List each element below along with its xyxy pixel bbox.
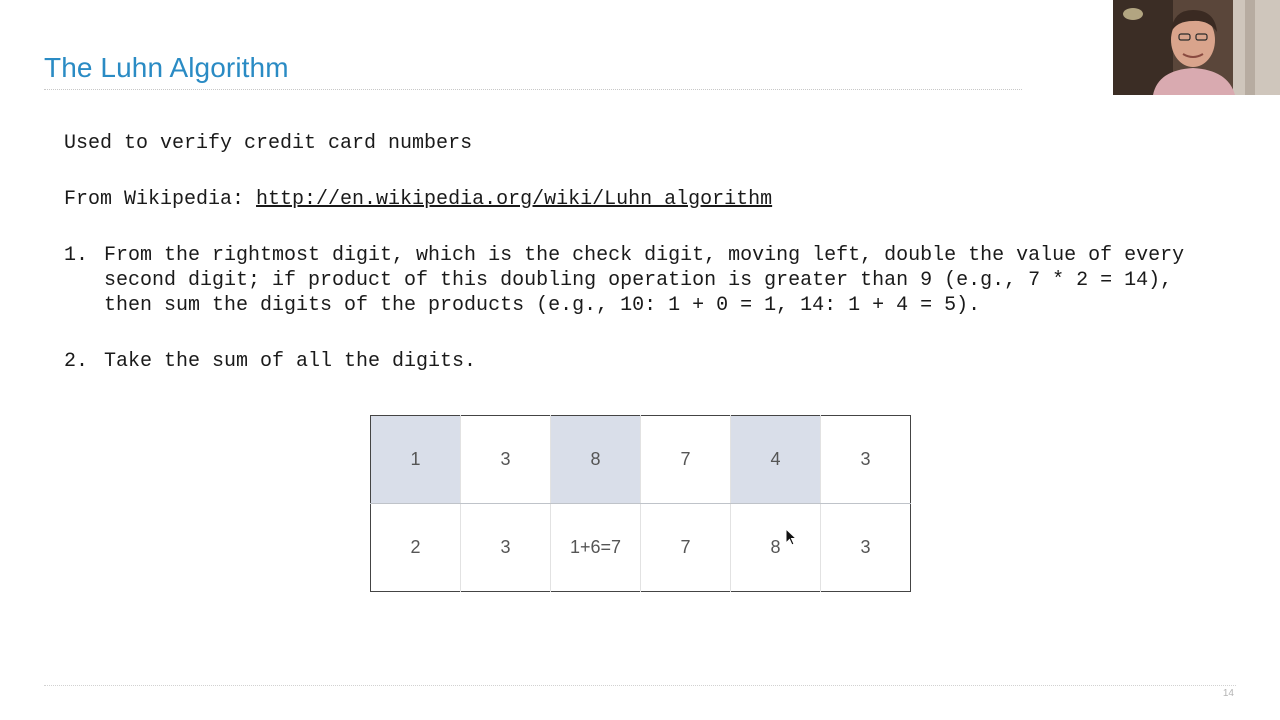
table-row-original-digits: 1 3 8 7 4 3 xyxy=(370,415,911,504)
table-row-processed-digits: 2 3 1+6=7 7 8 3 xyxy=(371,503,911,592)
wikipedia-reference: From Wikipedia: http://en.wikipedia.org/… xyxy=(64,187,772,212)
table-cell: 8 xyxy=(730,503,821,592)
step-1-number: 1. xyxy=(64,244,89,267)
step-1-text: From the rightmost digit, which is the c… xyxy=(104,244,1185,317)
footer-divider xyxy=(44,685,1236,686)
table-cell: 1 xyxy=(370,415,461,504)
table-cell: 1+6=7 xyxy=(550,503,641,592)
presenter-webcam-video xyxy=(1113,0,1280,95)
page-number: 14 xyxy=(1222,688,1234,699)
wikipedia-link[interactable]: http://en.wikipedia.org/wiki/Luhn_algori… xyxy=(256,188,772,211)
table-cell: 8 xyxy=(550,415,641,504)
intro-text: Used to verify credit card numbers xyxy=(64,132,473,155)
slide: The Luhn Algorithm Used to verify credit… xyxy=(0,0,1280,720)
table-cell: 3 xyxy=(460,415,551,504)
table-cell: 3 xyxy=(820,503,911,592)
table-cell: 3 xyxy=(460,503,551,592)
wikipedia-label: From Wikipedia: xyxy=(64,188,257,211)
slide-title: The Luhn Algorithm xyxy=(44,52,289,83)
table-cell: 7 xyxy=(640,415,731,504)
luhn-example-table: 1 3 8 7 4 3 2 3 1+6=7 7 8 3 xyxy=(370,415,911,592)
step-2-text: Take the sum of all the digits. xyxy=(104,350,477,373)
step-2-number: 2. xyxy=(64,350,89,373)
title-divider xyxy=(44,89,1022,90)
step-2: 2. Take the sum of all the digits. xyxy=(64,349,1224,374)
table-cell: 2 xyxy=(410,537,421,557)
table-cell: 4 xyxy=(730,415,821,504)
presenter-video-frame xyxy=(1113,0,1280,95)
step-1: 1. From the rightmost digit, which is th… xyxy=(64,243,1224,318)
mouse-pointer-icon xyxy=(785,528,797,546)
table-cell: 7 xyxy=(640,503,731,592)
table-cell: 3 xyxy=(820,415,911,504)
